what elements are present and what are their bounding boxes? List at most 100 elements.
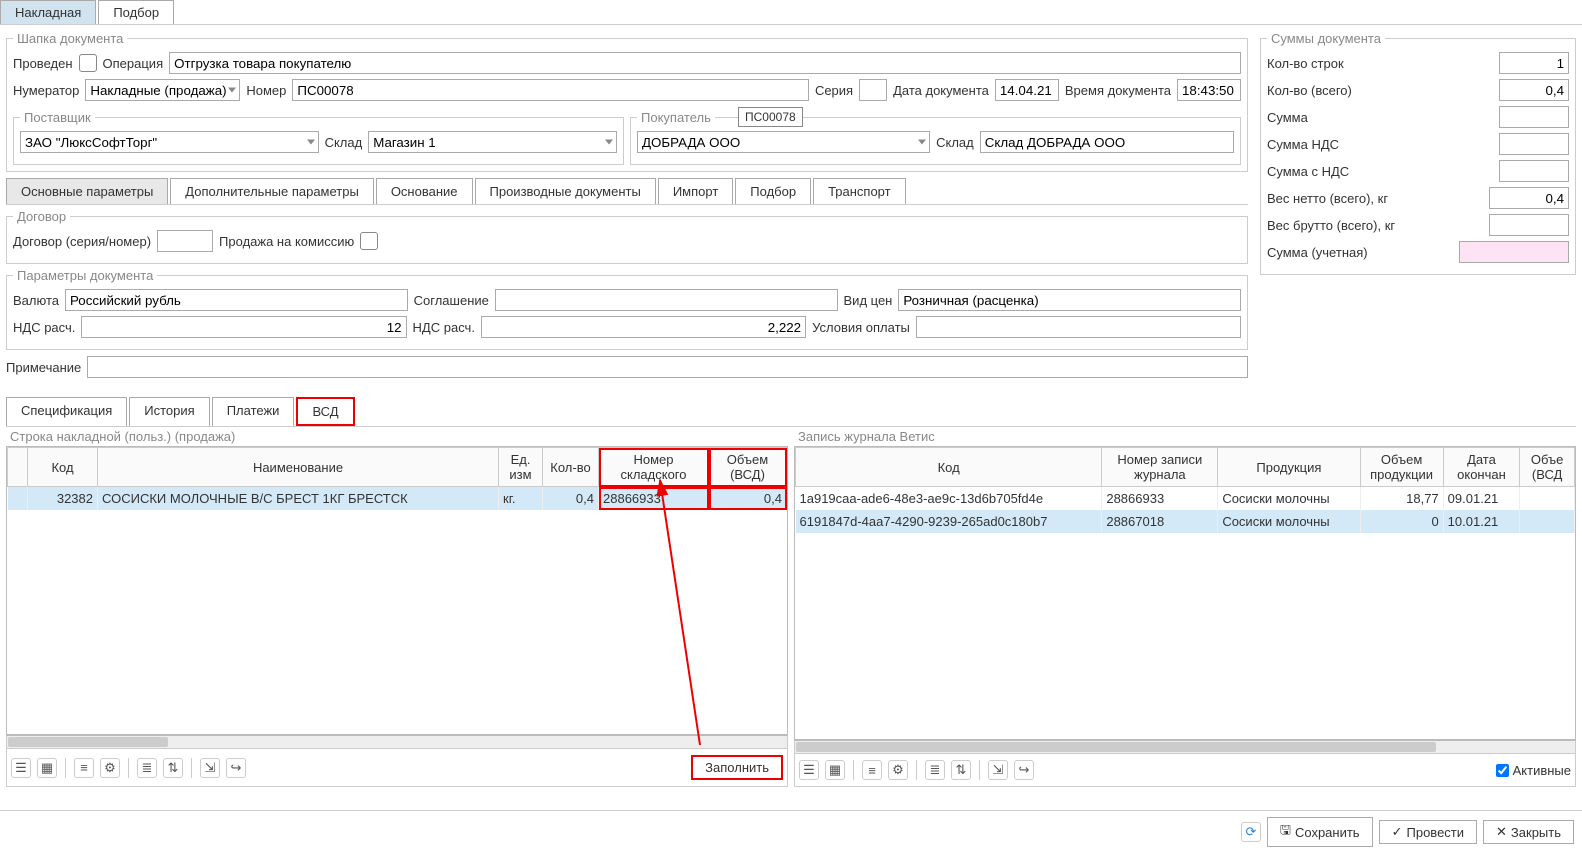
export-icon[interactable]: ⇲ (988, 760, 1008, 780)
gross-value[interactable] (1489, 214, 1569, 236)
subtab-main-params[interactable]: Основные параметры (6, 178, 168, 204)
rcol-enddate[interactable]: Дата окончан (1443, 448, 1520, 487)
posted-label: Проведен (13, 56, 73, 71)
number-input[interactable] (292, 79, 809, 101)
numlist-icon[interactable]: ≣ (137, 758, 157, 778)
pricekind-input[interactable] (898, 289, 1241, 311)
rcol-product[interactable]: Продукция (1218, 448, 1360, 487)
docdate-input[interactable] (995, 79, 1059, 101)
net-value[interactable] (1489, 187, 1569, 209)
grid-icon[interactable]: ▦ (37, 758, 57, 778)
cell-name: СОСИСКИ МОЛОЧНЫЕ В/С БРЕСТ 1КГ БРЕСТСК (98, 487, 499, 511)
sumvat-label: Сумма с НДС (1267, 164, 1349, 179)
rcell-volprod: 0 (1360, 510, 1443, 533)
col-qty[interactable]: Кол-во (543, 448, 599, 487)
sums-group: Суммы документа Кол-во строк Кол-во (все… (1260, 31, 1576, 275)
subtab-transport[interactable]: Транспорт (813, 178, 906, 204)
fill-button[interactable]: Заполнить (691, 755, 783, 780)
numlist-icon[interactable]: ≣ (925, 760, 945, 780)
filter-icon[interactable]: ≡ (74, 758, 94, 778)
table-row[interactable]: 32382 СОСИСКИ МОЛОЧНЫЕ В/С БРЕСТ 1КГ БРЕ… (8, 487, 787, 511)
contract-series-input[interactable] (157, 230, 213, 252)
operation-input[interactable] (169, 52, 1241, 74)
numerator-label: Нумератор (13, 83, 79, 98)
export-icon[interactable]: ⇲ (200, 758, 220, 778)
right-grid-title: Запись журнала Ветис (794, 427, 1576, 446)
save-button[interactable]: 🖫Сохранить (1267, 817, 1373, 847)
col-stockno[interactable]: Номер складского (599, 448, 709, 487)
doctime-input[interactable] (1177, 79, 1241, 101)
col-blank[interactable] (8, 448, 28, 487)
rows-value[interactable] (1499, 52, 1569, 74)
vatcalc2-input[interactable] (481, 316, 806, 338)
refresh-icon[interactable]: ⟳ (1241, 822, 1261, 842)
posted-checkbox[interactable] (79, 54, 97, 72)
sort-icon[interactable]: ⇅ (951, 760, 971, 780)
close-label: Закрыть (1511, 825, 1561, 840)
table-row[interactable]: 1a919caa-ade6-48e3-ae9c-13d6b705fd4e 288… (796, 487, 1575, 511)
commission-checkbox[interactable] (360, 232, 378, 250)
col-uom[interactable]: Ед. изм (499, 448, 543, 487)
qty-value[interactable] (1499, 79, 1569, 101)
col-name[interactable]: Наименование (98, 448, 499, 487)
lowtab-spec[interactable]: Спецификация (6, 397, 127, 426)
rcell-code: 6191847d-4aa7-4290-9239-265ad0c180b7 (796, 510, 1102, 533)
sumvat-value[interactable] (1499, 160, 1569, 182)
close-button[interactable]: ✕Закрыть (1483, 820, 1574, 844)
supplier-legend: Поставщик (20, 110, 95, 125)
numerator-input[interactable] (85, 79, 240, 101)
rcol-volprod[interactable]: Объем продукции (1360, 448, 1443, 487)
lowtab-vsd[interactable]: ВСД (296, 397, 354, 426)
rcol-journo[interactable]: Номер записи журнала (1102, 448, 1218, 487)
active-checkbox[interactable] (1496, 764, 1509, 777)
subtab-import[interactable]: Импорт (658, 178, 733, 204)
payterms-input[interactable] (916, 316, 1241, 338)
vat-value[interactable] (1499, 133, 1569, 155)
note-input[interactable] (87, 356, 1248, 378)
gear-icon[interactable]: ⚙ (888, 760, 908, 780)
left-grid-title: Строка накладной (польз.) (продажа) (6, 427, 788, 446)
vatcalc1-input[interactable] (81, 316, 406, 338)
post-button[interactable]: ✓Провести (1379, 820, 1477, 844)
rcol-volvsd[interactable]: Объе (ВСД (1520, 448, 1575, 487)
buyer-input[interactable] (637, 131, 930, 153)
rcol-code[interactable]: Код (796, 448, 1102, 487)
sort-icon[interactable]: ⇅ (163, 758, 183, 778)
gear-icon[interactable]: ⚙ (100, 758, 120, 778)
payterms-label: Условия оплаты (812, 320, 910, 335)
subtab-basis[interactable]: Основание (376, 178, 473, 204)
sum-value[interactable] (1499, 106, 1569, 128)
acct-value[interactable] (1459, 241, 1569, 263)
table-row[interactable]: 6191847d-4aa7-4290-9239-265ad0c180b7 288… (796, 510, 1575, 533)
list-icon[interactable]: ☰ (11, 758, 31, 778)
left-grid[interactable]: Код Наименование Ед. изм Кол-во Номер ск… (6, 446, 788, 735)
active-checkbox-wrap[interactable]: Активные (1496, 763, 1571, 778)
share-icon[interactable]: ↪ (1014, 760, 1034, 780)
share-icon[interactable]: ↪ (226, 758, 246, 778)
list-icon[interactable]: ☰ (799, 760, 819, 780)
currency-input[interactable] (65, 289, 408, 311)
supplier-stock-input[interactable] (368, 131, 617, 153)
vat-label: Сумма НДС (1267, 137, 1339, 152)
tab-invoice[interactable]: Накладная (0, 0, 96, 24)
subtab-extra-params[interactable]: Дополнительные параметры (170, 178, 374, 204)
right-grid[interactable]: Код Номер записи журнала Продукция Объем… (794, 446, 1576, 740)
post-label: Провести (1407, 825, 1465, 840)
left-scrollbar[interactable] (6, 735, 788, 749)
qty-label: Кол-во (всего) (1267, 83, 1352, 98)
agreement-input[interactable] (495, 289, 838, 311)
series-input[interactable] (859, 79, 887, 101)
supplier-input[interactable] (20, 131, 319, 153)
lowtab-payments[interactable]: Платежи (212, 397, 295, 426)
subtab-pick[interactable]: Подбор (735, 178, 811, 204)
subtab-derived-docs[interactable]: Производные документы (475, 178, 656, 204)
tab-pick[interactable]: Подбор (98, 0, 174, 24)
rcell-volprod: 18,77 (1360, 487, 1443, 511)
right-scrollbar[interactable] (794, 740, 1576, 754)
col-code[interactable]: Код (28, 448, 98, 487)
col-volvsd[interactable]: Объем (ВСД) (709, 448, 787, 487)
filter-icon[interactable]: ≡ (862, 760, 882, 780)
buyer-stock-input[interactable] (980, 131, 1234, 153)
grid-icon[interactable]: ▦ (825, 760, 845, 780)
lowtab-history[interactable]: История (129, 397, 209, 426)
